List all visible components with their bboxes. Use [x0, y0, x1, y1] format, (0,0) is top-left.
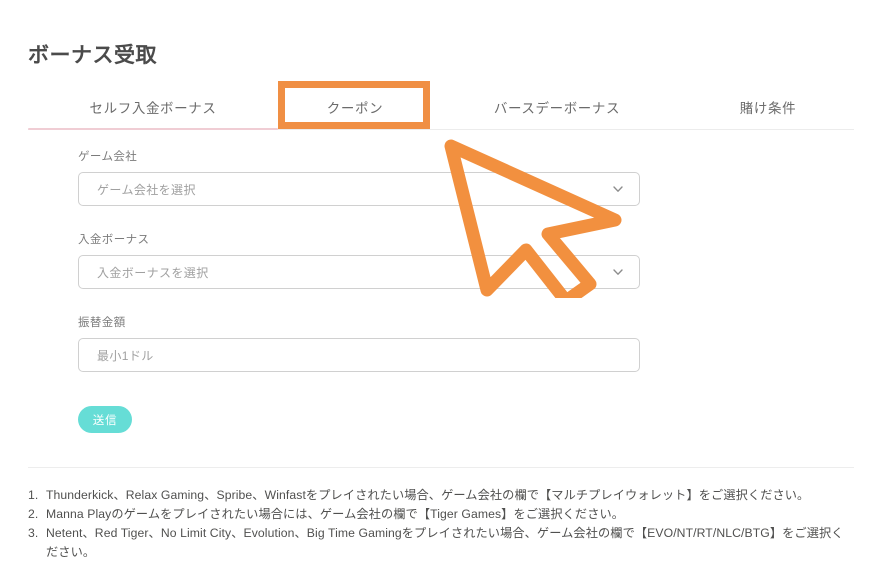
note-continuation: ださい。 [46, 545, 96, 559]
tab-wagering-requirements[interactable]: 賭け条件 [682, 84, 854, 129]
field-deposit-bonus: 入金ボーナス 入金ボーナスを選択 [78, 231, 640, 289]
list-item: 2. Manna Playのゲームをプレイされたい場合には、ゲーム会社の欄で【T… [28, 505, 858, 524]
submit-button[interactable]: 送信 [78, 406, 132, 433]
form-spacer-2 [78, 289, 640, 314]
submit-area: 送信 [78, 406, 132, 433]
field-transfer-amount: 振替金額 最小1ドル [78, 314, 640, 372]
note-number: 1. [28, 488, 39, 502]
tab-self-deposit-bonus[interactable]: セルフ入金ボーナス [28, 84, 278, 129]
tab-birthday-bonus[interactable]: バースデーボーナス [432, 84, 682, 129]
bonus-form: ゲーム会社 ゲーム会社を選択 入金ボーナス 入金ボーナスを選択 振替金額 最小1… [78, 148, 640, 372]
note-text: Thunderkick、Relax Gaming、Spribe、Winfastを… [46, 488, 810, 502]
transfer-amount-input-wrap[interactable]: 最小1ドル [78, 338, 640, 372]
list-item: 3. Netent、Red Tiger、No Limit City、Evolut… [28, 524, 858, 543]
list-item: 1. Thunderkick、Relax Gaming、Spribe、Winfa… [28, 486, 858, 505]
field-label-transfer-amount: 振替金額 [78, 317, 126, 329]
field-label-deposit-bonus: 入金ボーナス [78, 234, 150, 246]
field-label-game-company: ゲーム会社 [78, 151, 138, 163]
notes-list: 1. Thunderkick、Relax Gaming、Spribe、Winfa… [28, 486, 858, 562]
game-company-select[interactable]: ゲーム会社を選択 [78, 172, 640, 206]
page-root: ボーナス受取 セルフ入金ボーナス クーポン バースデーボーナス 賭け条件 ゲーム… [0, 0, 877, 559]
form-spacer-1 [78, 206, 640, 231]
note-number: 3. [28, 526, 39, 540]
tab-coupon[interactable]: クーポン [278, 84, 432, 129]
tab-bar: セルフ入金ボーナス クーポン バースデーボーナス 賭け条件 [28, 84, 854, 130]
deposit-bonus-select[interactable]: 入金ボーナスを選択 [78, 255, 640, 289]
transfer-amount-input-placeholder: 最小1ドル [97, 348, 154, 363]
chevron-down-icon [611, 265, 625, 279]
chevron-down-icon [611, 182, 625, 196]
note-text: Manna Playのゲームをプレイされたい場合には、ゲーム会社の欄で【Tige… [46, 507, 625, 521]
page-title: ボーナス受取 [28, 44, 157, 68]
field-game-company: ゲーム会社 ゲーム会社を選択 [78, 148, 640, 206]
note-number: 2. [28, 507, 39, 521]
footer-divider [28, 467, 854, 468]
game-company-select-placeholder: ゲーム会社を選択 [97, 182, 196, 197]
deposit-bonus-select-placeholder: 入金ボーナスを選択 [97, 265, 209, 280]
note-text: Netent、Red Tiger、No Limit City、Evolution… [46, 526, 844, 540]
